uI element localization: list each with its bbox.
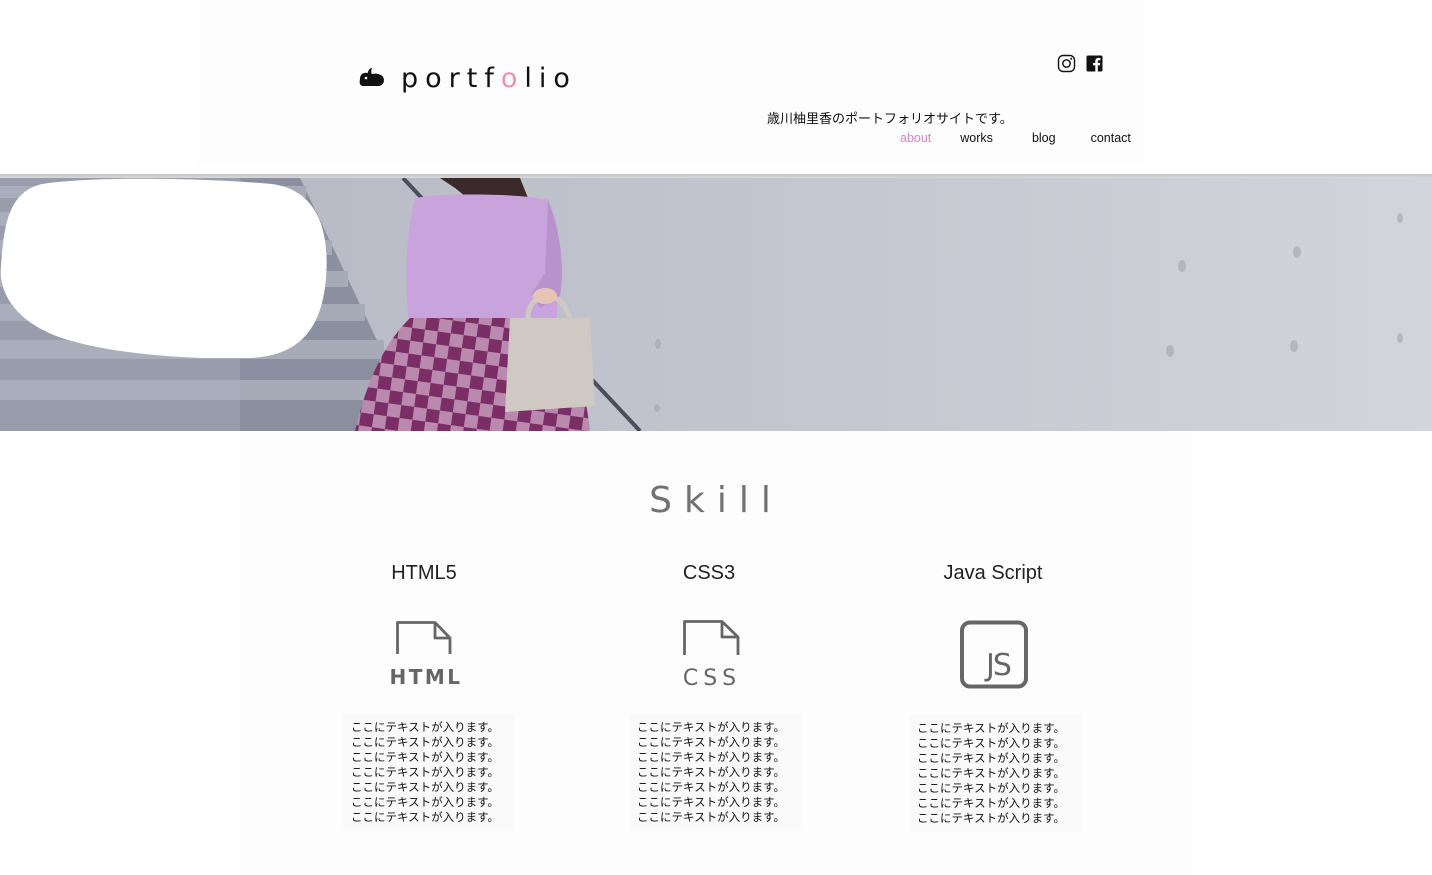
speech-bubble	[0, 178, 327, 358]
javascript-icon: JS	[960, 620, 1028, 689]
facebook-icon[interactable]	[1085, 54, 1104, 73]
skill-description-html5: ここにテキストが入ります。 ここにテキストが入ります。 ここにテキストが入ります…	[343, 714, 515, 831]
skill-name-css3: CSS3	[682, 562, 736, 584]
html-file-icon: HTML	[390, 621, 463, 686]
svg-text:JS: JS	[984, 648, 1011, 683]
svg-text:HTML: HTML	[390, 665, 463, 686]
section-title: Skill	[649, 480, 783, 521]
css-file-icon: CSS	[683, 620, 741, 687]
nav-works[interactable]: works	[948, 130, 1006, 146]
social-links	[1057, 54, 1104, 73]
logo-text: portfolio	[401, 62, 577, 94]
nav-blog[interactable]: blog	[1020, 130, 1069, 146]
skill-name-html5: HTML5	[391, 562, 457, 584]
nav-contact[interactable]: contact	[1079, 130, 1144, 146]
site-logo[interactable]: portfolio	[357, 60, 577, 96]
rabbit-logo-icon	[359, 68, 384, 86]
instagram-icon[interactable]	[1057, 54, 1076, 73]
svg-text:CSS: CSS	[683, 666, 741, 687]
skill-name-javascript: Java Script	[943, 562, 1043, 584]
skill-description-css3: ここにテキストが入ります。 ここにテキストが入ります。 ここにテキストが入ります…	[629, 714, 801, 831]
skill-description-javascript: ここにテキストが入ります。 ここにテキストが入ります。 ここにテキストが入ります…	[909, 715, 1081, 832]
hero-banner	[0, 178, 1432, 431]
hero-intro-text: 歳川柚里香のポートフォリオサイトです。	[767, 112, 1013, 127]
nav-about[interactable]: about	[888, 130, 944, 146]
main-nav: about works blog contact	[888, 130, 1144, 146]
